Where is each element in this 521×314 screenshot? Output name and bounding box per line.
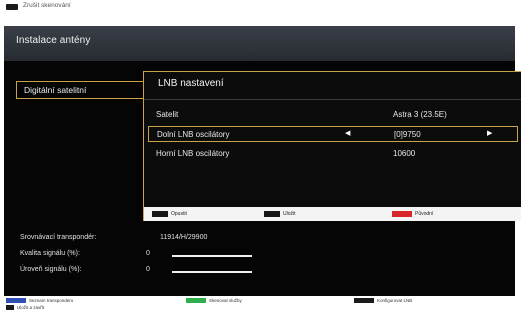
- lnb-settings-dialog: LNB nastavení Satelit Astra 3 (23.5E) Do…: [143, 71, 521, 221]
- menu-key-icon: [152, 211, 168, 217]
- triangle-left-icon[interactable]: ◀: [345, 129, 350, 137]
- satellite-value: Astra 3 (23.5E): [393, 110, 447, 119]
- tv-screen: Instalace antény Digitální satelitní LNB…: [4, 26, 521, 296]
- header: Instalace antény: [4, 26, 515, 61]
- signal-quality-label: Kvalita signálu (%):: [20, 250, 80, 257]
- configure-lnb-label: Konfigurovat LNB: [377, 298, 413, 303]
- dialog-title: LNB nastavení: [158, 78, 224, 89]
- triangle-right-icon[interactable]: ▶: [487, 129, 492, 137]
- scan-services-label: Skenovat služby: [209, 298, 242, 303]
- bottom-hint-bar: Seznam transponderu Uložit a zavřít Sken…: [0, 296, 521, 314]
- save-close-label: Uložit a zavřít: [17, 305, 45, 310]
- red-key-icon: [392, 211, 412, 217]
- high-lnb-row[interactable]: Horní LNB oscilátory 10600: [148, 146, 518, 162]
- default-hint[interactable]: Původní: [392, 211, 433, 217]
- low-lnb-value[interactable]: [0]9750: [394, 130, 421, 139]
- dialog-divider: [144, 99, 521, 100]
- exit-label: Opustit: [171, 211, 187, 217]
- save-hint[interactable]: Uložit: [264, 211, 296, 217]
- blue-key-icon: [6, 298, 26, 303]
- cancel-scan-label[interactable]: Zrušit skenování: [23, 2, 71, 9]
- high-lnb-label: Horní LNB oscilátory: [156, 149, 230, 158]
- signal-quality-bar: [172, 255, 252, 257]
- signal-quality-value: 0: [146, 250, 150, 257]
- back-key-icon: [6, 305, 14, 310]
- transponder-list-label: Seznam transponderu: [29, 298, 74, 303]
- signal-level-bar: [172, 271, 252, 273]
- low-lnb-label: Dolní LNB oscilátory: [157, 130, 230, 139]
- low-lnb-row[interactable]: Dolní LNB oscilátory ◀ [0]9750 ▶: [148, 126, 518, 142]
- save-label: Uložit: [283, 211, 296, 217]
- menu-key-icon: [6, 4, 18, 10]
- high-lnb-value: 10600: [393, 149, 416, 158]
- signal-level-label: Úroveň signálu (%):: [20, 266, 82, 273]
- top-hint-bar: Zrušit skenování: [0, 0, 521, 14]
- satellite-row[interactable]: Satelit Astra 3 (23.5E): [148, 107, 518, 123]
- menu-item-digital-satellite[interactable]: Digitální satelitní: [16, 81, 151, 99]
- transponder-list-hint[interactable]: Seznam transponderu: [6, 298, 73, 303]
- transponder-label: Srovnávací transpondér:: [20, 234, 97, 241]
- green-key-icon: [186, 298, 206, 303]
- signal-level-value: 0: [146, 266, 150, 273]
- key-icon: [354, 298, 374, 303]
- default-label: Původní: [415, 211, 434, 217]
- transponder-value: 11914/H/29900: [160, 234, 208, 241]
- exit-hint[interactable]: Opustit: [152, 211, 187, 217]
- configure-lnb-hint[interactable]: Konfigurovat LNB: [354, 298, 412, 303]
- save-close-hint[interactable]: Uložit a zavřít: [6, 305, 44, 310]
- scan-services-hint[interactable]: Skenovat služby: [186, 298, 242, 303]
- ok-key-icon: [264, 211, 280, 217]
- page-title: Instalace antény: [16, 35, 91, 46]
- dialog-footer: Opustit Uložit Původní: [144, 207, 521, 221]
- satellite-label: Satelit: [156, 110, 179, 119]
